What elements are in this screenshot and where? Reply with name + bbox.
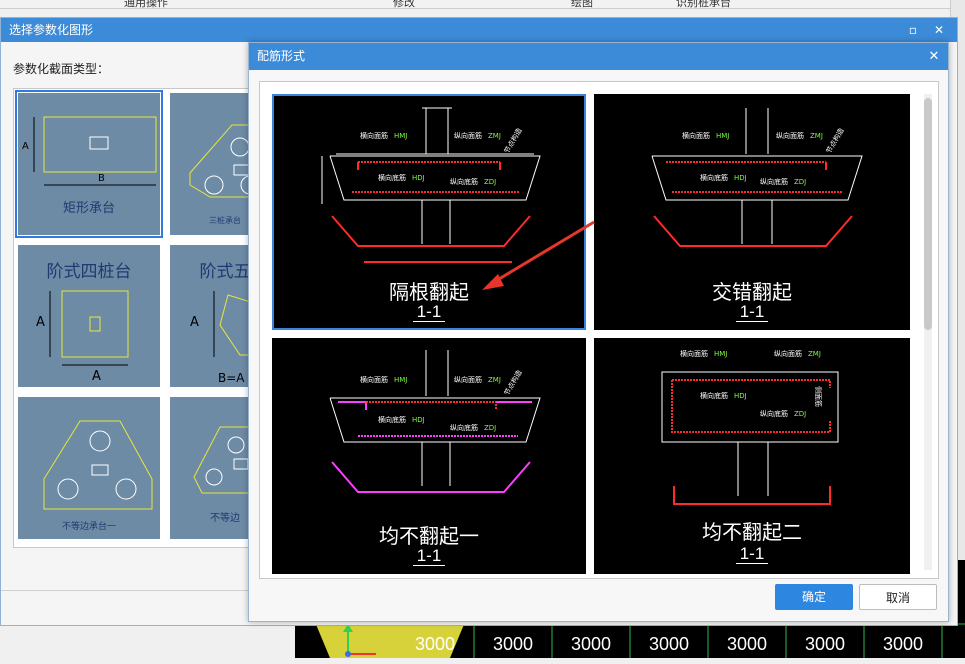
close-icon[interactable]: ✕ (926, 43, 942, 70)
cancel-button[interactable]: 取消 (859, 584, 937, 610)
cad-axis-icon (343, 624, 943, 658)
close-icon[interactable]: ✕ (929, 18, 949, 42)
inner-dialog-titlebar[interactable]: 配筋形式 ✕ (249, 43, 948, 70)
thumb-rect-cap[interactable]: A B 矩形承台 (15, 90, 163, 238)
option-name: 均不翻起一 (379, 524, 479, 548)
label-horiz-bot: 横向底筋 (378, 415, 406, 424)
label-vert-top: 纵向面筋 (776, 131, 804, 140)
tag-zdj: ZDJ (484, 424, 496, 432)
tag-hdj: HDJ (412, 174, 425, 182)
vertical-scrollbar[interactable] (924, 94, 932, 570)
label-slope: 节点构造 (502, 368, 524, 397)
thumb-caption: 矩形承台 (62, 201, 115, 216)
reinforcement-form-dialog: 配筋形式 ✕ 横向面筋 HMJ 纵向面筋 ZMJ 横向底筋 HDJ 纵向底筋 Z… (248, 42, 949, 622)
thumb-unequal-cap-one[interactable]: 不等边承台一 (18, 397, 160, 539)
option-staggered-bend[interactable]: 横向面筋 HMJ 纵向面筋 ZMJ 横向底筋 HDJ 纵向底筋 ZDJ 节点构造… (594, 94, 910, 330)
tag-zmj: ZMJ (810, 132, 823, 140)
outer-dialog-title: 选择参数化图形 (9, 23, 94, 37)
tag-zmj: ZMJ (488, 376, 501, 384)
label-vert-top: 纵向面筋 (454, 131, 482, 140)
option-name: 均不翻起二 (702, 520, 802, 544)
label-horiz-top: 横向面筋 (682, 131, 710, 140)
thumb-step-four-pile[interactable]: 阶式四桩台 A A (18, 245, 160, 387)
scrollbar-thumb[interactable] (924, 98, 932, 330)
dim-b-label: B (98, 173, 105, 184)
tag-hdj: HDJ (734, 174, 747, 182)
main-toolbar: 通用操作 修改 绘图 识别桩承台 框 (0, 0, 965, 9)
three-pile-preview-icon (189, 124, 252, 198)
divider (1, 590, 251, 591)
label-horiz-bot: 横向底筋 (378, 173, 406, 182)
toolbar-item-draw[interactable]: 绘图 (571, 0, 593, 10)
outer-dialog-titlebar[interactable]: 选择参数化图形 ▫ ✕ (1, 18, 957, 42)
reinforcement-options-panel[interactable]: 横向面筋 HMJ 纵向面筋 ZMJ 横向底筋 HDJ 纵向底筋 ZDJ 节点构造… (259, 81, 939, 579)
tag-zdj: ZDJ (794, 410, 806, 418)
label-vert-bot: 纵向底筋 (760, 409, 788, 418)
inner-dialog-title: 配筋形式 (257, 49, 306, 63)
thumb-unequal-cap-two[interactable]: 不等边 (170, 397, 252, 539)
thumb-caption: 不等边 (210, 513, 240, 524)
tag-hmj: HMJ (714, 350, 727, 358)
dim-b-label: A (92, 369, 101, 384)
section-mark: 1-1 (596, 302, 908, 322)
label-horiz-top: 横向面筋 (360, 131, 388, 140)
tag-hdj: HDJ (412, 416, 425, 424)
confirm-button[interactable]: 确定 (775, 584, 853, 610)
thumb-caption: 阶式四桩台 (46, 262, 132, 282)
label-vert-bot: 纵向底筋 (450, 177, 478, 186)
thumb-three-pile[interactable]: 三桩承台 (170, 93, 252, 235)
label-horiz-bot: 横向底筋 (700, 391, 728, 400)
label-vert-top: 纵向面筋 (774, 349, 802, 358)
thumb-step-five-pile[interactable]: 阶式五 A B=A (170, 245, 252, 387)
label-horiz-top: 横向面筋 (360, 375, 388, 384)
section-type-label: 参数化截面类型： (13, 62, 110, 76)
tag-hdj: HDJ (734, 392, 747, 400)
dim-a-label: A (190, 315, 199, 330)
label-slope: 节点构造 (824, 126, 846, 155)
dim-a-label: A (36, 315, 45, 330)
tag-zmj: ZMJ (808, 350, 821, 358)
toolbar-item-modify[interactable]: 修改 (393, 0, 415, 10)
section-mark: 1-1 (274, 302, 584, 322)
tag-zdj: ZDJ (484, 178, 496, 186)
label-horiz-top: 横向面筋 (680, 349, 708, 358)
section-type-list[interactable]: A B 矩形承台 三桩承台 阶式四桩台 A A 阶式五 A B=A 不等边承台一… (13, 88, 253, 548)
label-vert-bot: 纵向底筋 (760, 177, 788, 186)
maximize-icon[interactable]: ▫ (903, 18, 923, 42)
toolbar-item-general[interactable]: 通用操作 (124, 0, 168, 10)
toolbar-item-identify[interactable]: 识别桩承台 (676, 0, 731, 10)
label-vert-bot: 纵向底筋 (450, 423, 478, 432)
dim-b-label: B=A (218, 371, 245, 385)
option-no-bend-one[interactable]: 横向面筋 HMJ 纵向面筋 ZMJ 横向底筋 HDJ 纵向底筋 ZDJ 节点构造… (272, 338, 586, 574)
option-name: 隔根翻起 (389, 280, 469, 304)
tag-hmj: HMJ (394, 132, 407, 140)
section-mark: 1-1 (274, 546, 584, 566)
tag-zmj: ZMJ (488, 132, 501, 140)
option-alternate-bend[interactable]: 横向面筋 HMJ 纵向面筋 ZMJ 横向底筋 HDJ 纵向底筋 ZDJ 节点构造… (272, 94, 586, 330)
label-side: 侧面筋 (814, 386, 823, 407)
label-horiz-bot: 横向底筋 (700, 173, 728, 182)
unequal-cap-preview-icon (43, 420, 153, 510)
option-no-bend-two[interactable]: 横向面筋 HMJ 纵向面筋 ZMJ 横向底筋 HDJ 纵向底筋 ZDJ 侧面筋 … (594, 338, 910, 574)
tag-hmj: HMJ (394, 376, 407, 384)
label-vert-top: 纵向面筋 (454, 375, 482, 384)
tag-hmj: HMJ (716, 132, 729, 140)
thumb-caption: 不等边承台一 (61, 522, 116, 532)
section-mark: 1-1 (596, 544, 908, 564)
dim-a-label: A (22, 141, 29, 152)
cad-dimension-row: 3000 3000 3000 3000 3000 3000 3000 (296, 624, 965, 658)
option-name: 交错翻起 (712, 280, 792, 304)
tag-zdj: ZDJ (794, 178, 806, 186)
label-slope: 节点构造 (502, 126, 524, 155)
thumb-caption: 三桩承台 (209, 216, 241, 225)
thumb-caption: 阶式五 (199, 262, 251, 282)
